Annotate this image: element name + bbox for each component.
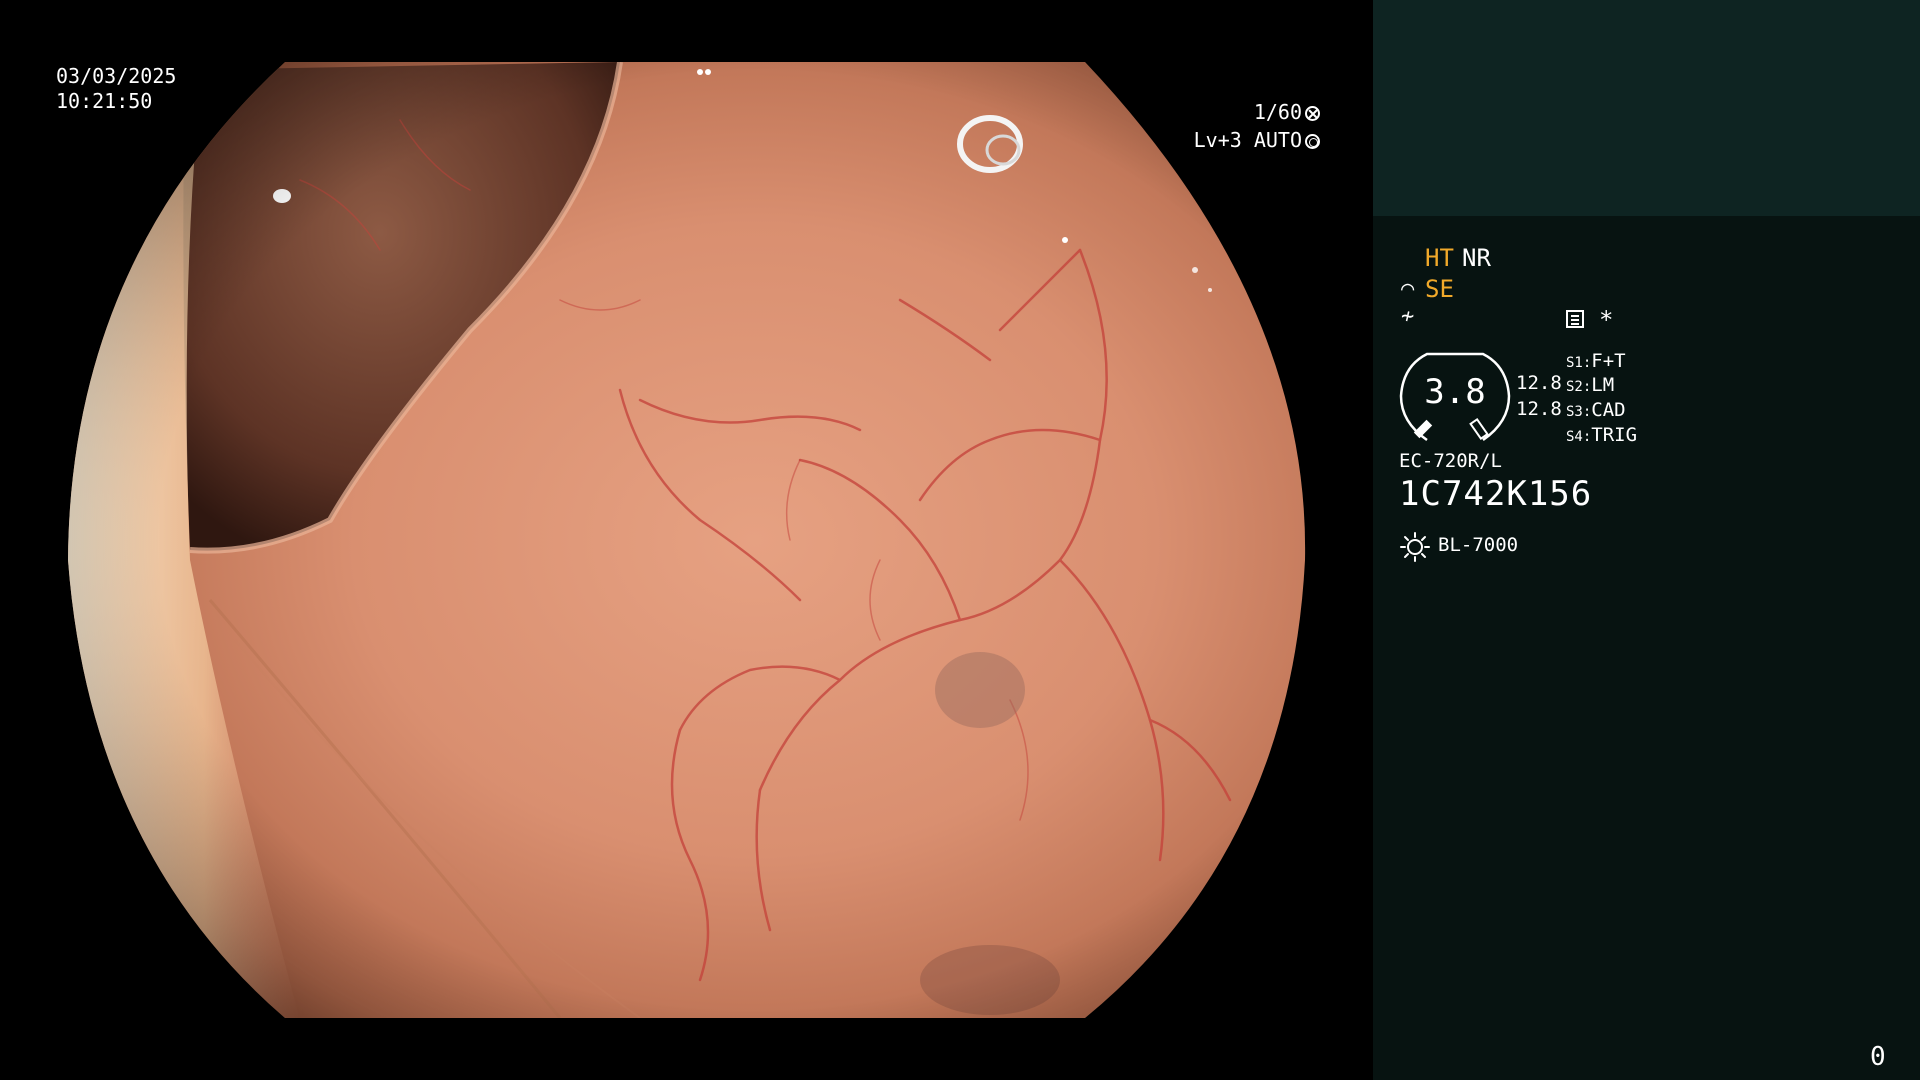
- date-readout: 03/03/2025: [56, 64, 177, 88]
- switch-value: LM: [1591, 374, 1615, 396]
- memo-icon: [1566, 310, 1584, 328]
- filter-icon: ≁: [1401, 304, 1415, 329]
- asterisk-indicator: *: [1599, 306, 1614, 334]
- scope-model: EC-720R/L: [1399, 450, 1502, 472]
- switch-value: TRIG: [1591, 424, 1638, 446]
- scope-serial-number: 1C742K156: [1399, 474, 1593, 514]
- enhance-curve-icon: ⌒: [1401, 276, 1415, 301]
- switch-s4: S4:TRIG: [1566, 424, 1637, 446]
- aperture-icon: [1305, 106, 1320, 121]
- zoom-value: 3.8: [1424, 372, 1486, 412]
- switch-value: CAD: [1591, 399, 1626, 421]
- brightness-level-readout: Lv+3 AUTO: [1194, 127, 1320, 153]
- time-readout: 10:21:50: [56, 89, 153, 113]
- shutter-value: 1/60: [1253, 100, 1302, 124]
- switch-s1: S1:F+T: [1566, 350, 1626, 372]
- ht-indicator: HT: [1425, 244, 1454, 272]
- zoom-gauge: 3.8: [1399, 352, 1511, 442]
- switch-value: F+T: [1591, 350, 1626, 372]
- frame-counter: 0: [1870, 1042, 1886, 1072]
- switch-key: S1:: [1566, 355, 1592, 371]
- switch-key: S4:: [1566, 429, 1592, 445]
- light-source-icon: [1400, 532, 1430, 562]
- gauge-value-1: 12.8: [1516, 372, 1562, 394]
- patient-info-area: [1373, 0, 1920, 216]
- endoscopy-screen: 03/03/2025 10:21:50 1/60 Lv+3 AUTO HT NR…: [0, 0, 1920, 1080]
- level-value: Lv+3 AUTO: [1193, 128, 1302, 152]
- shutter-readout: 1/60: [1254, 99, 1320, 125]
- endoscopic-image: [68, 62, 1306, 1018]
- switch-key: S2:: [1566, 379, 1592, 395]
- switch-key: S3:: [1566, 404, 1592, 420]
- gauge-value-2: 12.8: [1516, 398, 1562, 420]
- se-indicator: SE: [1425, 275, 1454, 303]
- light-source-model: BL-7000: [1438, 534, 1519, 556]
- switch-s3: S3:CAD: [1566, 399, 1626, 421]
- switch-s2: S2:LM: [1566, 374, 1614, 396]
- iris-icon: [1305, 134, 1320, 149]
- info-panel: HT NR ⌒ SE ≁ * 3.8 12.8 12.8 S1:F+T S2:L…: [1373, 0, 1920, 1080]
- nr-indicator: NR: [1462, 244, 1491, 272]
- endoscopic-image-view: 03/03/2025 10:21:50 1/60 Lv+3 AUTO: [0, 0, 1373, 1080]
